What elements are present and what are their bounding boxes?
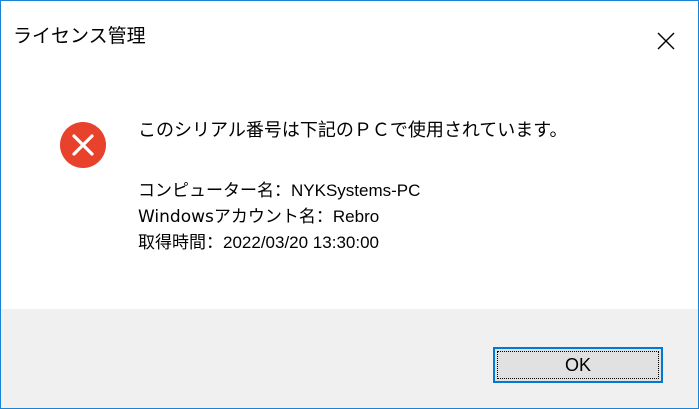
ok-button-label: OK <box>564 354 591 375</box>
computer-name-label: コンピューター名： <box>138 181 291 201</box>
computer-name-value: NYKSystems-PC <box>291 181 421 200</box>
button-bar: OK <box>1 309 698 408</box>
account-name-value: Rebro <box>332 207 380 226</box>
error-icon <box>60 122 106 168</box>
window-title: ライセンス管理 <box>13 25 146 47</box>
acquired-time-label: 取得時間： <box>138 233 223 253</box>
acquired-time-value: 2022/03/20 13:30:00 <box>223 233 379 252</box>
acquired-time-row: 取得時間：2022/03/20 13:30:00 <box>138 230 420 256</box>
close-button[interactable] <box>634 1 698 81</box>
ok-button[interactable]: OK <box>493 347 663 383</box>
dialog-content: このシリアル番号は下記のＰＣで使用されています。 コンピューター名：NYKSys… <box>1 81 698 309</box>
account-name-row: Windowsアカウント名：Rebro <box>138 204 420 230</box>
license-dialog: ライセンス管理 このシリアル番号は下記のＰＣで使用されています。 コンピューター… <box>0 0 699 409</box>
computer-name-row: コンピューター名：NYKSystems-PC <box>138 178 420 204</box>
error-message: このシリアル番号は下記のＰＣで使用されています。 <box>138 120 568 141</box>
account-name-label: Windowsアカウント名： <box>138 207 333 227</box>
close-icon <box>657 32 675 50</box>
details-block: コンピューター名：NYKSystems-PC Windowsアカウント名：Reb… <box>138 178 420 256</box>
title-bar: ライセンス管理 <box>1 1 698 81</box>
